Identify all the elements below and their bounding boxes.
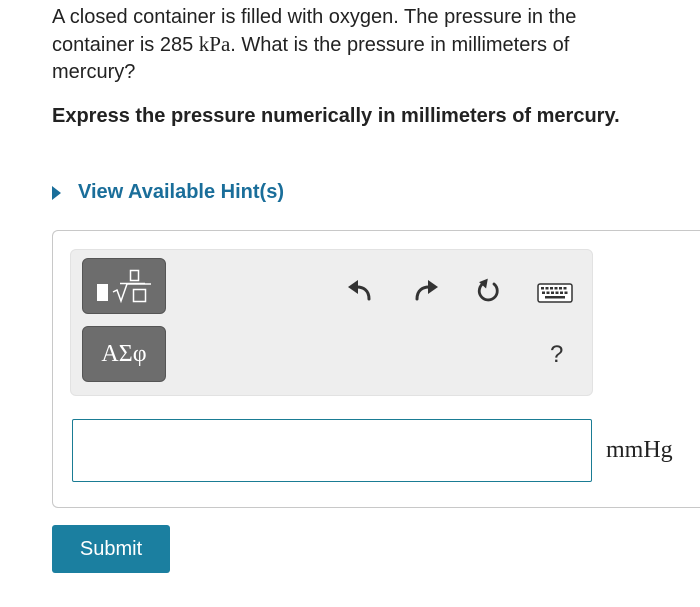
submit-button[interactable]: Submit: [52, 525, 170, 573]
help-button[interactable]: ?: [550, 341, 563, 369]
undo-arrow-icon[interactable]: [346, 278, 374, 304]
greek-symbols-label: ΑΣφ: [101, 341, 147, 367]
keyboard-icon[interactable]: [537, 283, 573, 303]
question-text: A closed container is filled with oxygen…: [52, 4, 652, 86]
fraction-sqrt-template-icon: [97, 269, 151, 304]
view-hints-label: View Available Hint(s): [78, 181, 284, 203]
answer-instruction: Express the pressure numerically in mill…: [52, 105, 620, 127]
answer-unit: mmHg: [606, 437, 673, 463]
reset-icon[interactable]: [474, 277, 502, 305]
greek-symbols-button[interactable]: ΑΣφ: [82, 326, 166, 382]
template-button[interactable]: [82, 258, 166, 314]
redo-arrow-icon[interactable]: [412, 278, 440, 304]
answer-input[interactable]: [72, 419, 592, 482]
view-hints-link[interactable]: View Available Hint(s): [52, 181, 284, 204]
pressure-unit-kpa: kPa: [198, 32, 231, 56]
triangle-right-icon: [52, 185, 61, 200]
